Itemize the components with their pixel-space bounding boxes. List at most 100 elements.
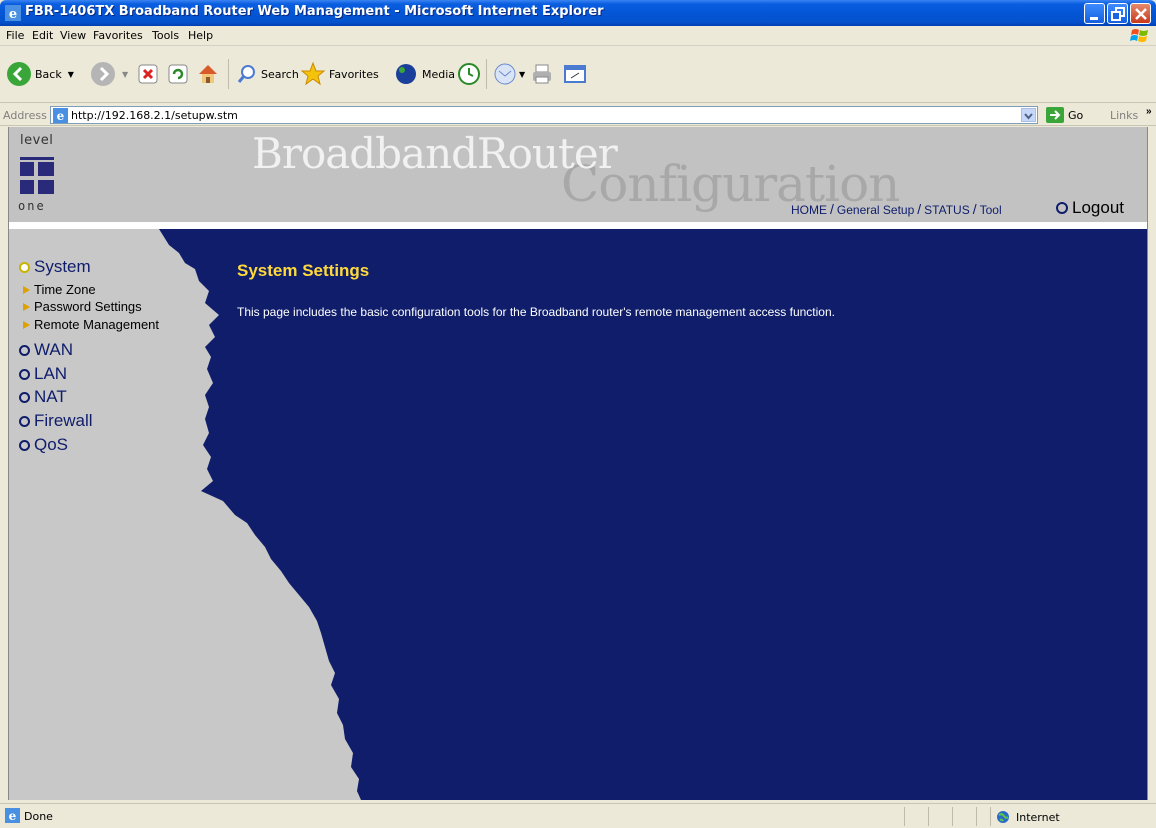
- search-button[interactable]: Search: [236, 59, 299, 89]
- close-button[interactable]: [1130, 3, 1151, 24]
- print-button[interactable]: [530, 59, 554, 89]
- toolbar: Back ▼ ▼ Search Favorites Media ▼: [0, 47, 1156, 103]
- favorites-label: Favorites: [329, 67, 379, 81]
- address-label: Address: [3, 109, 47, 122]
- status-divider: [976, 807, 977, 826]
- sidebar-item-label: Firewall: [34, 411, 93, 430]
- restore-button[interactable]: [1107, 3, 1128, 24]
- forward-button[interactable]: ▼: [90, 59, 128, 89]
- star-icon: [300, 61, 326, 86]
- home-button[interactable]: [196, 59, 220, 89]
- nav-home-link[interactable]: HOME: [791, 203, 827, 217]
- menu-help[interactable]: Help: [188, 29, 213, 42]
- favorites-button[interactable]: Favorites: [300, 59, 379, 89]
- address-bar: Address e http://192.168.2.1/setupw.stm …: [0, 104, 1156, 126]
- go-button[interactable]: Go: [1046, 107, 1083, 123]
- back-dropdown-icon[interactable]: ▼: [68, 70, 74, 79]
- minimize-button[interactable]: [1084, 3, 1105, 24]
- refresh-icon: [168, 64, 188, 84]
- edit-button[interactable]: [563, 59, 587, 89]
- menu-view[interactable]: View: [60, 29, 86, 42]
- chevron-right-icon[interactable]: »: [1146, 106, 1152, 117]
- mail-dropdown-icon[interactable]: ▼: [519, 70, 525, 79]
- sidebar-item-firewall[interactable]: Firewall: [19, 411, 93, 431]
- media-label: Media: [422, 67, 456, 81]
- ring-icon: [19, 391, 30, 403]
- sidebar-subitem-password-settings[interactable]: Password Settings: [23, 299, 142, 314]
- logout-ring-icon: [1056, 202, 1068, 214]
- menu-favorites[interactable]: Favorites: [93, 29, 143, 42]
- history-icon: [458, 63, 480, 85]
- address-url: http://192.168.2.1/setupw.stm: [71, 109, 238, 122]
- mail-button[interactable]: ▼: [493, 59, 525, 89]
- banner-title: BroadbandRouter: [252, 129, 618, 178]
- sidebar-item-label: LAN: [34, 364, 68, 383]
- ring-icon: [19, 439, 30, 451]
- ie-logo-icon: e: [5, 5, 21, 21]
- status-divider: [990, 807, 991, 826]
- menu-bar: File Edit View Favorites Tools Help: [0, 26, 1156, 46]
- zone-label: Internet: [1016, 810, 1060, 824]
- chevron-down-icon: [1024, 113, 1033, 120]
- triangle-right-icon: [23, 285, 30, 294]
- sidebar-item-system[interactable]: System: [19, 257, 91, 277]
- sidebar-item-lan[interactable]: LAN: [19, 364, 67, 384]
- sidebar-item-qos[interactable]: QoS: [19, 435, 68, 455]
- restore-icon: [1111, 7, 1125, 21]
- logo-bottom-text: one: [18, 199, 46, 213]
- levelone-logo: level one: [17, 133, 63, 215]
- sidebar-item-label: WAN: [34, 340, 74, 359]
- svg-text:e: e: [9, 809, 17, 823]
- status-divider: [904, 807, 905, 826]
- home-icon: [199, 65, 217, 83]
- page-icon: e: [53, 108, 68, 123]
- sidebar-item-wan[interactable]: WAN: [19, 340, 73, 360]
- nav-status-link[interactable]: STATUS: [924, 203, 970, 217]
- address-dropdown-button[interactable]: [1021, 108, 1036, 122]
- sidebar-item-label: QoS: [34, 435, 69, 454]
- globe-icon: [997, 811, 1009, 823]
- back-label: Back: [35, 67, 62, 81]
- address-input[interactable]: e http://192.168.2.1/setupw.stm: [50, 106, 1038, 124]
- links-label[interactable]: Links: [1110, 109, 1138, 122]
- sidebar-subitem-label: Remote Management: [34, 317, 160, 332]
- media-button[interactable]: Media: [393, 59, 455, 89]
- printer-icon: [533, 64, 551, 84]
- browser-content: level one Configuration BroadbandRouter …: [8, 127, 1148, 800]
- logout-link[interactable]: Logout: [1056, 198, 1124, 218]
- logo-top-text: level: [20, 133, 54, 148]
- forward-arrow-icon: [91, 62, 115, 86]
- triangle-right-icon: [23, 320, 30, 329]
- refresh-button[interactable]: [167, 59, 189, 89]
- menu-tools[interactable]: Tools: [152, 29, 179, 42]
- forward-dropdown-icon[interactable]: ▼: [122, 70, 128, 79]
- status-text: Done: [24, 810, 53, 823]
- svg-text:e: e: [57, 109, 65, 123]
- go-label: Go: [1068, 108, 1084, 122]
- history-button[interactable]: [457, 59, 481, 89]
- page-title: System Settings: [237, 261, 370, 280]
- title-bar: e FBR-1406TX Broadband Router Web Manage…: [0, 0, 1156, 26]
- router-banner: level one Configuration BroadbandRouter …: [9, 127, 1147, 222]
- menu-edit[interactable]: Edit: [32, 29, 53, 42]
- nav-general-setup-link[interactable]: General Setup: [837, 203, 914, 217]
- media-icon: [396, 64, 416, 84]
- menu-file[interactable]: File: [6, 29, 24, 42]
- toolbar-separator: [228, 59, 229, 89]
- sidebar-item-nat[interactable]: NAT: [19, 387, 67, 407]
- nav-tool-link[interactable]: Tool: [980, 203, 1002, 217]
- page-done-icon: e: [5, 808, 20, 823]
- sidebar-subitem-label: Time Zone: [34, 282, 96, 297]
- stop-button[interactable]: [137, 59, 159, 89]
- back-arrow-icon: [7, 62, 31, 86]
- window-title: FBR-1406TX Broadband Router Web Manageme…: [25, 4, 604, 19]
- sidebar-subitem-time-zone[interactable]: Time Zone: [23, 282, 96, 297]
- back-button[interactable]: Back ▼: [6, 59, 74, 89]
- search-label: Search: [261, 67, 299, 81]
- sidebar-item-label: NAT: [34, 387, 67, 406]
- logout-label: Logout: [1072, 198, 1124, 217]
- sidebar-subitem-remote-management[interactable]: Remote Management: [23, 317, 159, 332]
- top-nav: HOME / General Setup / STATUS / Tool: [791, 201, 1002, 217]
- sidebar-subitem-label: Password Settings: [34, 299, 142, 314]
- status-divider: [928, 807, 929, 826]
